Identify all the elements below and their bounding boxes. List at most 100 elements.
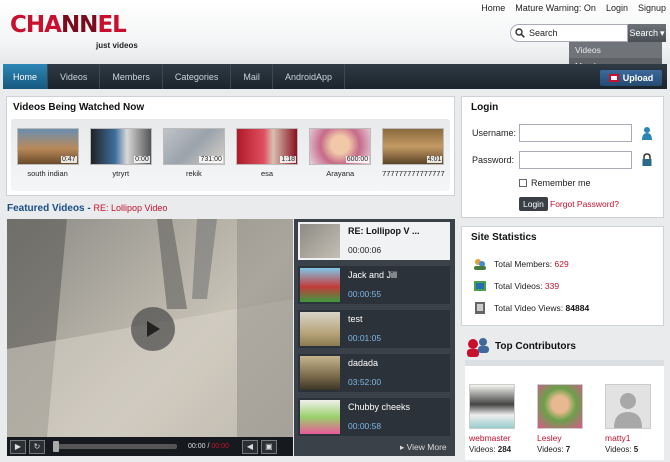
- video-duration: 0:00: [134, 156, 150, 163]
- nav-item-videos[interactable]: Videos: [48, 64, 101, 89]
- video-thumbnail[interactable]: 0:47: [16, 128, 79, 165]
- username-field[interactable]: [519, 124, 632, 142]
- video-title[interactable]: south indian: [27, 169, 67, 178]
- contributor-videos: Videos: 7: [537, 445, 583, 454]
- top-link-login[interactable]: Login: [606, 3, 628, 13]
- video-thumbnail[interactable]: 0:00: [89, 128, 152, 165]
- view-more-link[interactable]: ▸ View More: [400, 442, 447, 453]
- watched-video[interactable]: 1:18 esa: [236, 128, 299, 191]
- lock-icon: [642, 153, 652, 166]
- nav-item-home[interactable]: Home: [3, 64, 49, 89]
- playlist-item[interactable]: RE: Lollipop V ... 00:00:06: [298, 222, 450, 260]
- playlist-title[interactable]: test: [348, 314, 381, 324]
- playlist-thumbnail[interactable]: [300, 356, 340, 390]
- contributor[interactable]: matty1 Videos: 5: [605, 384, 651, 454]
- contributor[interactable]: Lesley Videos: 7: [537, 384, 583, 454]
- playlist-item[interactable]: dadada 03:52:00: [298, 354, 450, 392]
- video-thumbnail[interactable]: 600:00: [309, 128, 372, 165]
- views-icon: [475, 302, 485, 314]
- contributor-name[interactable]: webmaster: [469, 433, 515, 443]
- video-title[interactable]: Arayana: [326, 169, 354, 178]
- top-link-home[interactable]: Home: [481, 3, 505, 13]
- video-duration: 4:01: [426, 156, 443, 163]
- playlist-title[interactable]: RE: Lollipop V ...: [348, 226, 420, 236]
- contributor-avatar[interactable]: [537, 384, 583, 429]
- contributor-videos-count: 284: [497, 445, 512, 454]
- playlist-thumbnail[interactable]: [300, 224, 340, 258]
- site-header: CHANNEL just videos Home Mature Warning:…: [0, 0, 670, 74]
- contributor-videos-count: 5: [633, 445, 639, 454]
- upload-label: Upload: [622, 73, 654, 83]
- chevron-down-icon: ▾: [660, 27, 665, 38]
- contributor[interactable]: webmaster Videos: 284: [469, 384, 515, 454]
- video-duration: 731:00: [199, 156, 223, 163]
- password-field[interactable]: [519, 151, 632, 169]
- contributor-videos-label: Videos:: [537, 445, 564, 454]
- play-icon: ▶: [14, 442, 22, 451]
- remember-me-checkbox[interactable]: [519, 179, 527, 187]
- seek-handle[interactable]: [53, 441, 59, 452]
- playlist-item[interactable]: Jack and Jill 00:00:55: [298, 266, 450, 304]
- watched-video[interactable]: 4:01 777777777777777: [382, 128, 445, 191]
- login-button[interactable]: Login: [519, 197, 548, 211]
- stat-views-value: 84884: [565, 303, 590, 313]
- video-title[interactable]: 777777777777777: [382, 169, 445, 178]
- nav-item-mail[interactable]: Mail: [231, 64, 273, 89]
- video-thumbnail[interactable]: 1:18: [236, 128, 299, 165]
- time-display: 00:00 / 00:00: [188, 443, 229, 450]
- contributor-name[interactable]: matty1: [605, 433, 651, 443]
- upload-icon: [608, 74, 619, 82]
- nav-item-members[interactable]: Members: [100, 64, 163, 89]
- remember-me-label: Remember me: [531, 178, 591, 188]
- members-icon: [474, 259, 486, 270]
- volume-button[interactable]: ◀: [241, 439, 258, 454]
- video-title[interactable]: ytryrt: [112, 169, 129, 178]
- playlist-title[interactable]: Jack and Jill: [348, 270, 397, 280]
- video-thumbnail[interactable]: 4:01: [382, 128, 445, 165]
- contributors-icon: [467, 338, 489, 357]
- featured-subtitle[interactable]: RE: Lollipop Video: [94, 203, 168, 213]
- watched-now-title: Videos Being Watched Now: [13, 102, 145, 113]
- playlist-item[interactable]: test 00:01:05: [298, 310, 450, 348]
- site-logo[interactable]: CHANNEL: [10, 13, 127, 37]
- video-title[interactable]: esa: [261, 169, 273, 178]
- fullscreen-button[interactable]: ▣: [260, 439, 277, 454]
- search-option-videos[interactable]: Videos: [569, 42, 662, 58]
- video-title[interactable]: rekik: [186, 169, 202, 178]
- top-link-mature-warning[interactable]: Mature Warning: On: [515, 3, 596, 13]
- watched-video[interactable]: 0:00 ytryrt: [89, 128, 152, 191]
- upload-button[interactable]: Upload: [600, 70, 662, 86]
- forgot-password-link[interactable]: Forgot Password?: [550, 199, 619, 209]
- logo-tagline: just videos: [96, 41, 138, 50]
- playlist-title[interactable]: dadada: [348, 358, 381, 368]
- top-link-signup[interactable]: Signup: [638, 3, 666, 13]
- watched-video[interactable]: 0:47 south indian: [16, 128, 79, 191]
- search-button[interactable]: Search ▾: [628, 24, 666, 42]
- playlist-item[interactable]: Chubby cheeks 00:00:58: [298, 398, 450, 436]
- playlist-thumbnail[interactable]: [300, 268, 340, 302]
- video-player[interactable]: [7, 219, 293, 456]
- stat-members-value: 629: [554, 259, 569, 269]
- nav-item-categories[interactable]: Categories: [163, 64, 232, 89]
- seek-bar[interactable]: [53, 441, 177, 452]
- watched-video[interactable]: 600:00 Arayana: [309, 128, 372, 191]
- playlist-thumbnail[interactable]: [300, 312, 340, 346]
- stat-members-label: Total Members:: [494, 259, 553, 269]
- play-button[interactable]: ▶: [10, 439, 26, 454]
- contributor-name[interactable]: Lesley: [537, 433, 583, 443]
- video-thumbnail[interactable]: 731:00: [162, 128, 225, 165]
- default-avatar-icon: [614, 393, 642, 428]
- video-duration: 600:00: [345, 156, 370, 163]
- featured-videos-heading: Featured Videos - RE: Lollipop Video: [7, 203, 167, 214]
- play-overlay-button[interactable]: [131, 307, 175, 351]
- contributor-avatar[interactable]: [469, 384, 515, 429]
- remember-me[interactable]: Remember me: [519, 178, 591, 188]
- playlist-thumbnail[interactable]: [300, 400, 340, 434]
- playlist-title[interactable]: Chubby cheeks: [348, 402, 410, 412]
- contributor-avatar[interactable]: [605, 384, 651, 429]
- search-input[interactable]: [529, 28, 621, 38]
- watched-video[interactable]: 731:00 rekik: [162, 128, 225, 191]
- replay-button[interactable]: ↻: [29, 439, 45, 454]
- time-total: 00:00: [211, 443, 229, 450]
- nav-item-androidapp[interactable]: AndroidApp: [273, 64, 345, 89]
